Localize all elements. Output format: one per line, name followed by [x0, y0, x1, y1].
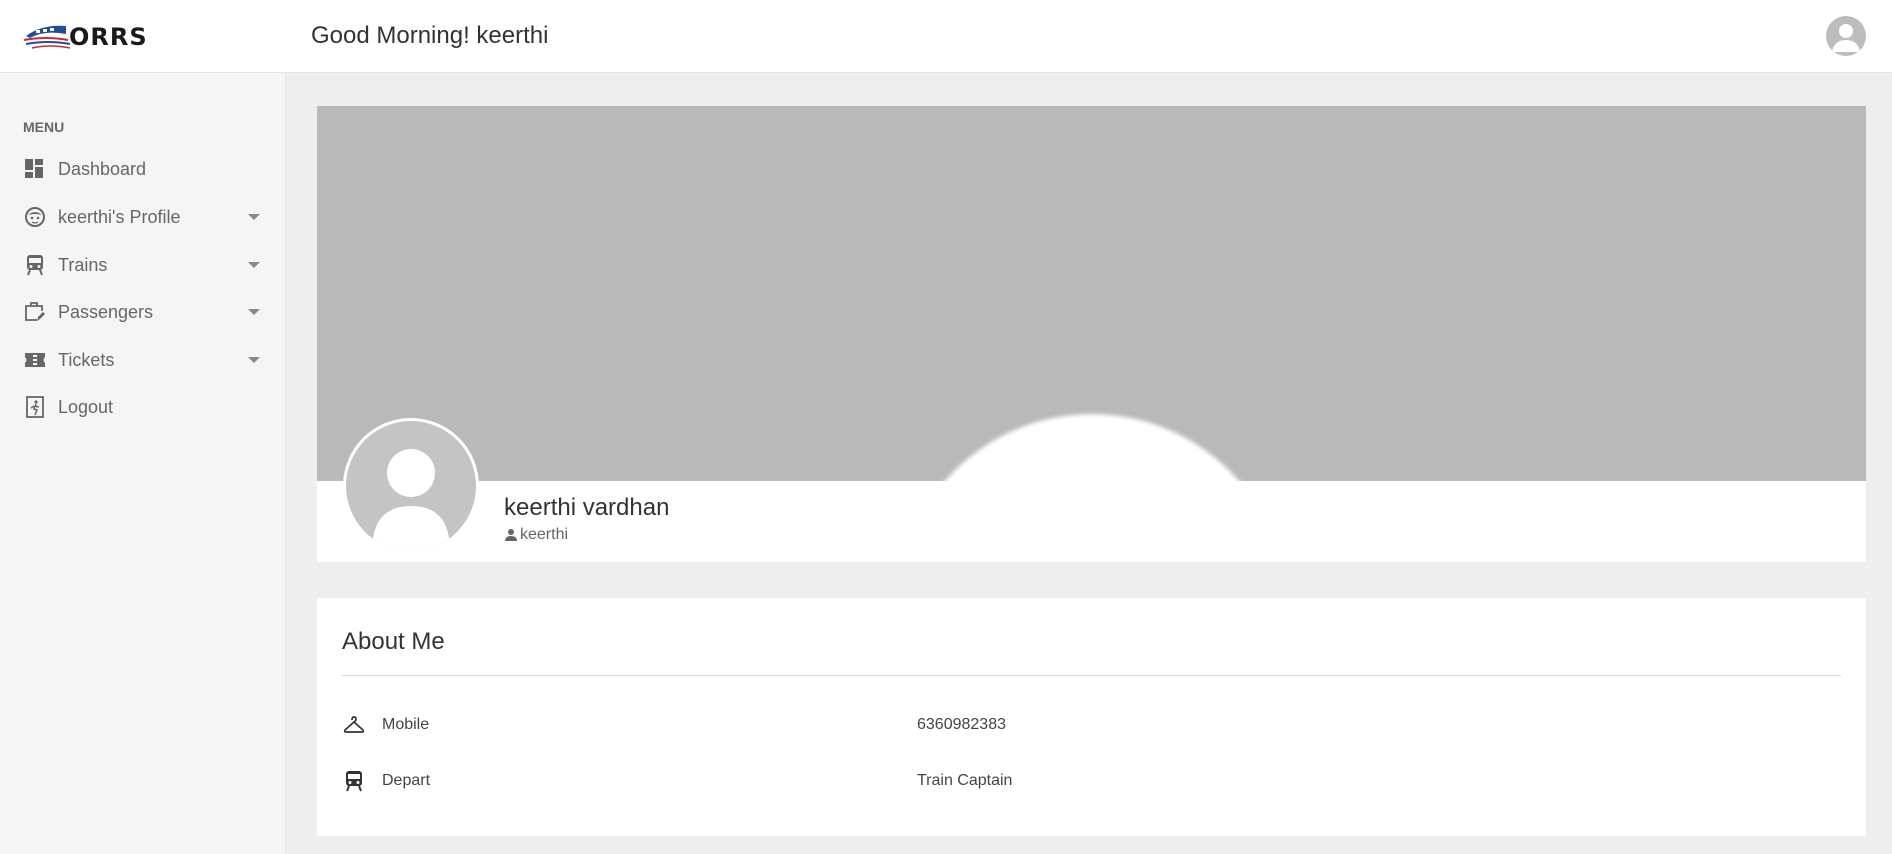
greeting-text: Good Morning! keerthi	[311, 22, 549, 49]
orrs-logo[interactable]: ORRS	[22, 22, 152, 52]
sidebar-item-logout[interactable]: Logout	[0, 384, 286, 430]
cover-decoration	[897, 414, 1287, 481]
sidebar-item-tickets[interactable]: Tickets	[0, 337, 286, 383]
hanger-icon	[342, 713, 366, 737]
profile-avatar	[343, 418, 479, 554]
exit-icon	[23, 395, 47, 419]
sidebar-item-label: keerthi's Profile	[58, 206, 181, 227]
about-me-card: About Me Mobile 6360982383 Depart Train …	[317, 598, 1866, 836]
info-value: 6360982383	[917, 716, 1006, 733]
profile-cover-image	[317, 106, 1866, 481]
train-logo-icon	[23, 25, 71, 49]
sidebar-item-trains[interactable]: Trains	[0, 242, 286, 288]
sidebar-item-label: Passengers	[58, 301, 154, 322]
sidebar-item-label: Tickets	[58, 349, 115, 370]
divider	[342, 675, 1841, 676]
train-icon	[23, 253, 47, 277]
info-row-depart: Depart Train Captain	[342, 766, 1841, 796]
person-icon	[505, 529, 517, 541]
chevron-down-icon	[248, 357, 260, 363]
info-value: Train Captain	[917, 772, 1013, 789]
sidebar-item-label: Logout	[58, 396, 114, 417]
info-label: Mobile	[382, 716, 430, 733]
luggage-edit-icon	[23, 300, 47, 324]
face-icon	[23, 205, 47, 229]
sidebar: MENU Dashboard keerthi's Profile Trains …	[0, 73, 286, 854]
logo-text: ORRS	[69, 23, 148, 51]
chevron-down-icon	[248, 262, 260, 268]
about-me-title: About Me	[342, 628, 445, 655]
dashboard-icon	[23, 157, 47, 181]
username-text: keerthi	[520, 526, 569, 543]
top-header: ORRS Good Morning! keerthi	[0, 0, 1892, 73]
sidebar-item-passengers[interactable]: Passengers	[0, 289, 286, 335]
profile-full-name: keerthi vardhan	[504, 494, 670, 521]
sidebar-item-profile[interactable]: keerthi's Profile	[0, 194, 286, 240]
sidebar-item-label: Dashboard	[58, 158, 147, 179]
train-icon	[342, 769, 366, 793]
user-avatar-button[interactable]	[1826, 16, 1866, 56]
profile-username: keerthi	[504, 526, 568, 544]
info-row-mobile: Mobile 6360982383	[342, 710, 1841, 740]
chevron-down-icon	[248, 214, 260, 220]
user-avatar-icon	[1832, 24, 1860, 52]
chevron-down-icon	[248, 309, 260, 315]
sidebar-item-dashboard[interactable]: Dashboard	[0, 146, 286, 192]
menu-title: MENU	[23, 119, 65, 135]
ticket-icon	[23, 348, 47, 372]
info-label: Depart	[382, 772, 431, 789]
sidebar-item-label: Trains	[58, 254, 108, 275]
profile-card: keerthi vardhan keerthi	[317, 106, 1866, 562]
default-avatar-icon	[372, 449, 450, 551]
